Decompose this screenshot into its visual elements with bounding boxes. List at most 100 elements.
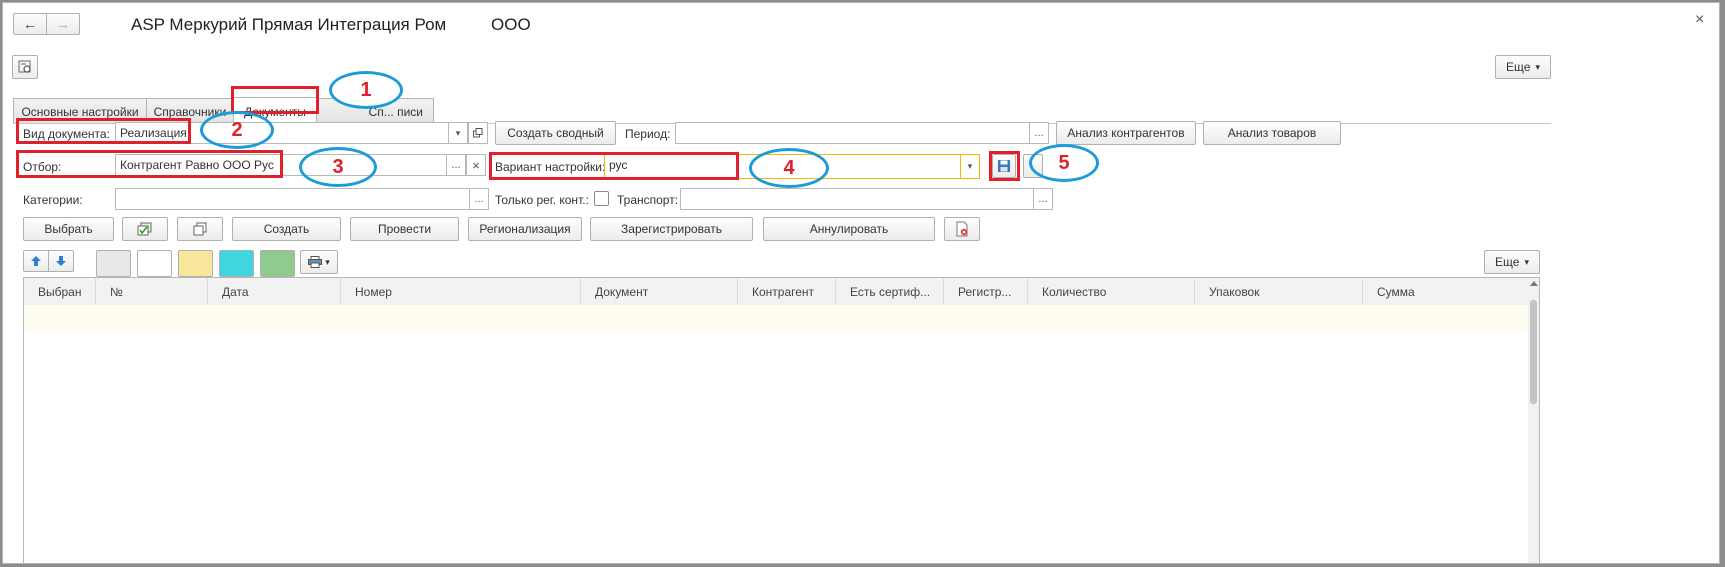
annotation-ellipse-4: 4 xyxy=(749,148,829,188)
column-label: Контрагент xyxy=(752,284,815,299)
column-header-quantity[interactable]: Количество xyxy=(1028,278,1195,305)
column-label: Выбран xyxy=(38,284,82,299)
select-button[interactable]: Выбрать xyxy=(23,217,114,241)
more-button-label: Еще xyxy=(1506,60,1531,74)
move-down-button[interactable] xyxy=(48,250,74,272)
column-header-selected[interactable]: Выбран xyxy=(24,278,96,305)
clear-icon: × xyxy=(472,157,480,173)
documents-table[interactable]: Выбран № Дата Номер Документ Контрагент … xyxy=(23,277,1540,563)
transport-field[interactable] xyxy=(680,188,1034,210)
column-header-document[interactable]: Документ xyxy=(581,278,738,305)
chevron-down-icon: ▾ xyxy=(967,161,973,171)
variant-dropdown[interactable]: ▾ xyxy=(960,154,980,179)
reg-only-checkbox[interactable] xyxy=(594,191,609,206)
column-label: Сумма xyxy=(1377,284,1415,299)
column-header-packages[interactable]: Упаковок xyxy=(1195,278,1363,305)
move-up-button[interactable] xyxy=(23,250,49,272)
arrow-up-icon xyxy=(31,256,41,266)
annotation-number: 5 xyxy=(1058,151,1070,174)
chevron-down-icon: ▾ xyxy=(1524,256,1529,267)
chevron-down-icon: ▾ xyxy=(1535,61,1540,72)
period-field[interactable] xyxy=(675,122,1030,144)
ellipsis-icon: ... xyxy=(1038,193,1048,205)
table-row[interactable] xyxy=(24,305,1528,331)
analyze-goods-label: Анализ товаров xyxy=(1227,126,1317,140)
scrollbar-thumb[interactable] xyxy=(1530,300,1537,404)
delete-document-button[interactable] xyxy=(944,217,980,241)
swatch-white[interactable] xyxy=(137,250,172,277)
ellipsis-icon: ... xyxy=(474,193,484,205)
main-window: ← → ASP Меркурий Прямая Интеграция Ром О… xyxy=(2,2,1720,564)
scrollbar-up-arrow[interactable] xyxy=(1530,281,1538,286)
arrow-right-icon: → xyxy=(56,16,70,32)
tab-label: Основные настройки xyxy=(21,104,139,119)
window-title-org: ООО xyxy=(491,15,531,34)
column-header-sum[interactable]: Сумма xyxy=(1363,278,1528,305)
analyze-contractors-label: Анализ контрагентов xyxy=(1067,126,1185,140)
chevron-down-icon: ▾ xyxy=(325,256,330,267)
annotation-box-save xyxy=(989,151,1020,181)
open-window-icon xyxy=(473,128,483,138)
select-all-button[interactable] xyxy=(122,217,168,241)
create-summary-button[interactable]: Создать сводный xyxy=(495,121,616,145)
transport-label: Транспорт: xyxy=(617,193,679,207)
copy-button[interactable] xyxy=(177,217,223,241)
analyze-goods-button[interactable]: Анализ товаров xyxy=(1203,121,1341,145)
selection-clear-button[interactable]: × xyxy=(466,154,486,176)
forward-button[interactable]: → xyxy=(46,13,80,35)
settings-icon xyxy=(18,60,31,73)
swatch-yellow[interactable] xyxy=(178,250,213,277)
back-button[interactable]: ← xyxy=(13,13,47,35)
doc-type-open-button[interactable] xyxy=(468,122,488,144)
post-button[interactable]: Провести xyxy=(350,217,459,241)
annotation-ellipse-1: 1 xyxy=(329,71,403,109)
annotation-number: 3 xyxy=(332,155,344,178)
copy-icon xyxy=(193,222,207,236)
column-header-number[interactable]: № xyxy=(96,278,208,305)
annotation-number: 4 xyxy=(783,156,795,179)
period-select-button[interactable]: ... xyxy=(1029,122,1049,144)
swatch-green[interactable] xyxy=(260,250,295,277)
close-icon[interactable]: × xyxy=(1695,11,1704,29)
ellipsis-icon: ... xyxy=(1034,127,1044,139)
column-label: Регистр... xyxy=(958,284,1012,299)
column-label: Есть сертиф... xyxy=(850,284,931,299)
analyze-contractors-button[interactable]: Анализ контрагентов xyxy=(1056,121,1196,145)
categories-select-button[interactable]: ... xyxy=(469,188,489,210)
column-label: Упаковок xyxy=(1209,284,1260,299)
regionalize-button[interactable]: Регионализация xyxy=(468,217,582,241)
create-label: Создать xyxy=(263,222,310,236)
column-label: Количество xyxy=(1042,284,1107,299)
cancel-button[interactable]: Аннулировать xyxy=(763,217,935,241)
selection-select-button[interactable]: ... xyxy=(446,154,466,176)
annotation-number: 1 xyxy=(360,78,372,101)
annotation-ellipse-3: 3 xyxy=(299,147,377,187)
delete-document-icon xyxy=(956,221,968,237)
more-button[interactable]: Еще ▾ xyxy=(1495,55,1551,79)
register-button[interactable]: Зарегистрировать xyxy=(590,217,753,241)
column-label: № xyxy=(110,284,123,299)
swatch-gray[interactable] xyxy=(96,250,131,277)
column-header-date[interactable]: Дата xyxy=(208,278,341,305)
transport-select-button[interactable]: ... xyxy=(1033,188,1053,210)
column-header-registered[interactable]: Регистр... xyxy=(944,278,1028,305)
print-button[interactable]: ▾ xyxy=(300,250,338,274)
table-body[interactable] xyxy=(24,305,1528,563)
chevron-down-icon: ▾ xyxy=(455,127,461,138)
table-more-label: Еще xyxy=(1495,255,1520,269)
swatch-cyan[interactable] xyxy=(219,250,254,277)
arrow-down-icon xyxy=(56,256,66,266)
column-label: Дата xyxy=(222,284,249,299)
column-header-doc-number[interactable]: Номер xyxy=(341,278,581,305)
table-header: Выбран № Дата Номер Документ Контрагент … xyxy=(24,278,1539,306)
create-button[interactable]: Создать xyxy=(232,217,341,241)
create-summary-label: Создать сводный xyxy=(507,126,604,140)
table-more-button[interactable]: Еще ▾ xyxy=(1484,250,1540,274)
column-header-certificate[interactable]: Есть сертиф... xyxy=(836,278,944,305)
vertical-scrollbar[interactable] xyxy=(1528,278,1539,563)
categories-field[interactable] xyxy=(115,188,470,210)
form-settings-button[interactable] xyxy=(12,55,38,79)
annotation-number: 2 xyxy=(231,118,243,141)
column-header-contractor[interactable]: Контрагент xyxy=(738,278,836,305)
doc-type-dropdown[interactable]: ▾ xyxy=(448,122,468,144)
